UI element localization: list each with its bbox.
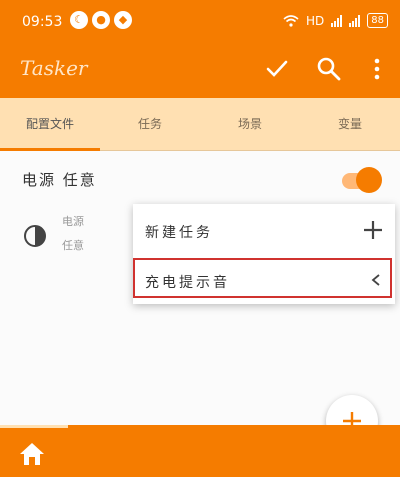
tab-bar: 配置文件 任务 场景 变量 bbox=[0, 98, 400, 151]
status-right: HD 88 bbox=[283, 13, 388, 28]
tab-scenes[interactable]: 场景 bbox=[200, 98, 300, 150]
status-time: 09:53 bbox=[22, 14, 63, 30]
more-vert-icon[interactable] bbox=[362, 54, 392, 84]
battery-indicator: 88 bbox=[367, 13, 388, 28]
wifi-icon bbox=[283, 14, 299, 27]
context-label: 电源 bbox=[62, 215, 84, 228]
tab-tasks[interactable]: 任务 bbox=[100, 98, 200, 150]
menu-item-new-task[interactable]: 新建任务 bbox=[133, 208, 395, 252]
signal-icon-2 bbox=[349, 14, 361, 27]
bottom-bar bbox=[0, 425, 400, 477]
app-title: Tasker bbox=[20, 56, 88, 80]
app-notification-icon-2: ◆ bbox=[114, 11, 132, 29]
plus-icon bbox=[364, 221, 382, 239]
signal-icon bbox=[331, 14, 343, 27]
moon-icon: ☾ bbox=[70, 11, 88, 29]
hd-label: HD bbox=[306, 13, 325, 28]
bottom-indicator bbox=[0, 425, 68, 428]
profile-title[interactable]: 电源 任意 bbox=[22, 169, 97, 190]
tab-variables[interactable]: 变量 bbox=[300, 98, 400, 150]
notification-icons: ☾ ● ◆ bbox=[70, 11, 132, 29]
profile-toggle-knob[interactable] bbox=[356, 167, 382, 193]
highlight-annotation bbox=[133, 258, 392, 298]
status-bar: 09:53 ☾ ● ◆ HD 88 bbox=[0, 0, 400, 40]
tab-profiles[interactable]: 配置文件 bbox=[0, 98, 100, 150]
search-icon[interactable] bbox=[314, 54, 344, 84]
contrast-icon bbox=[24, 225, 46, 247]
context-value: 任意 bbox=[62, 239, 84, 252]
check-icon[interactable] bbox=[262, 54, 292, 84]
toolbar: Tasker bbox=[0, 40, 400, 98]
menu-item-label: 新建任务 bbox=[145, 225, 213, 241]
app-notification-icon: ● bbox=[92, 11, 110, 29]
home-icon[interactable] bbox=[18, 441, 46, 467]
